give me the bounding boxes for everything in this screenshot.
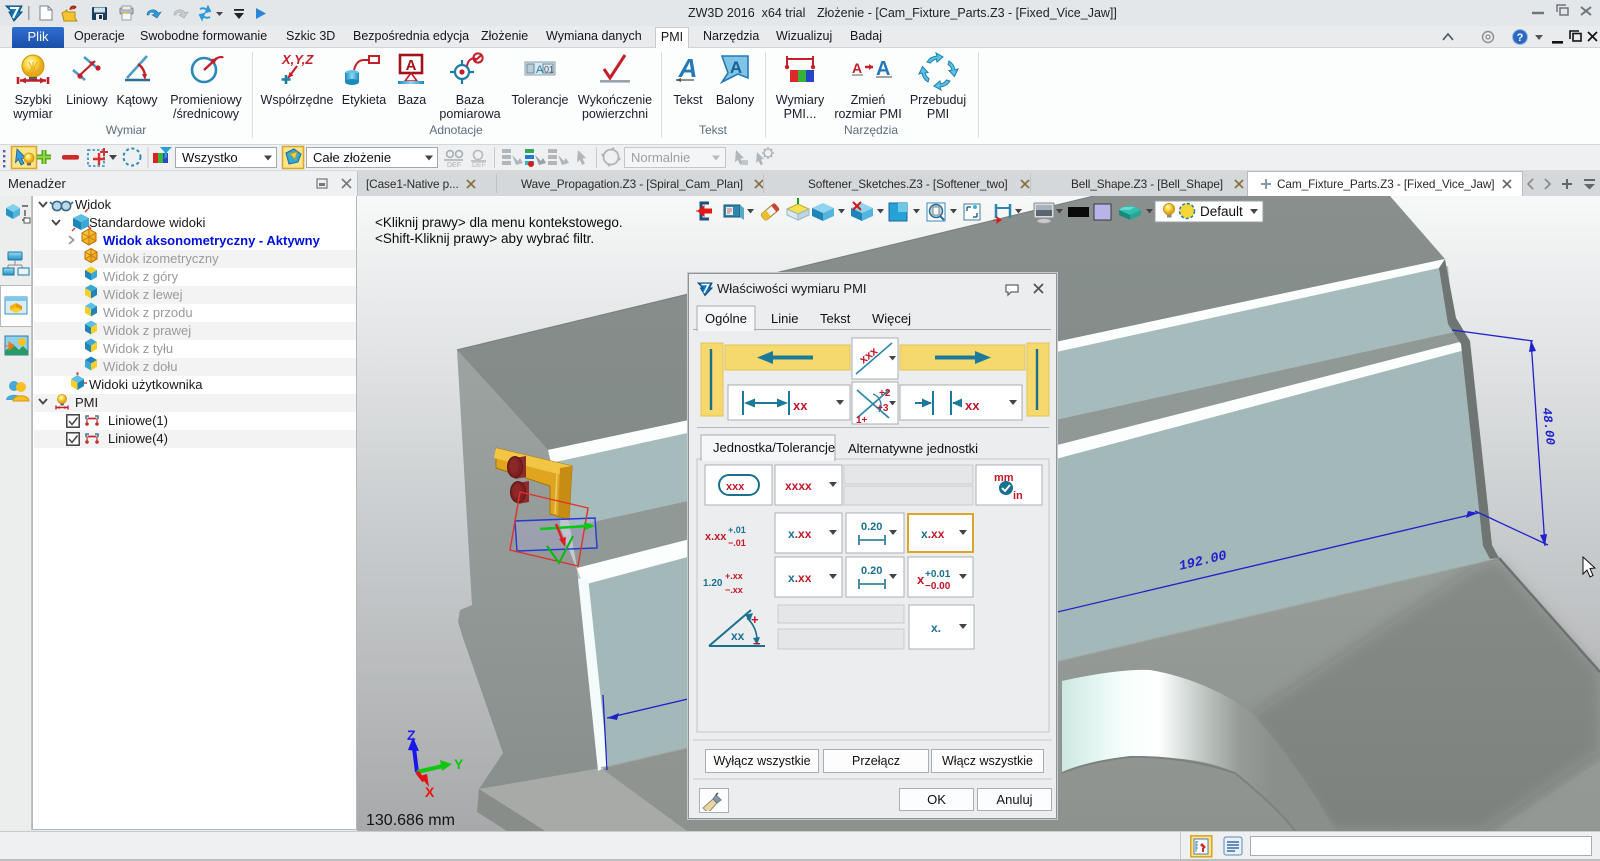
svg-text:+3: +3 bbox=[877, 403, 889, 414]
svg-text:Ogólne: Ogólne bbox=[705, 311, 747, 326]
svg-text:X: X bbox=[425, 784, 435, 800]
svg-text:+: + bbox=[751, 612, 759, 627]
svg-text:+.01: +.01 bbox=[728, 525, 746, 535]
svg-text:xx: xx bbox=[793, 398, 808, 413]
svg-text:x.xx: x.xx bbox=[921, 527, 945, 541]
svg-text:x.xx: x.xx bbox=[705, 531, 727, 543]
svg-text:A: A bbox=[852, 60, 862, 76]
svg-text:Jednostka/Tolerancje: Jednostka/Tolerancje bbox=[713, 440, 835, 455]
svg-text:in: in bbox=[1013, 490, 1023, 502]
svg-text:A: A bbox=[730, 58, 742, 77]
svg-text:+0.01: +0.01 bbox=[925, 569, 951, 580]
svg-text:Właściwości wymiaru PMI: Właściwości wymiaru PMI bbox=[717, 281, 867, 296]
svg-text:xx: xx bbox=[965, 398, 980, 413]
svg-text:Linie: Linie bbox=[771, 311, 798, 326]
svg-text:xx: xx bbox=[731, 629, 745, 643]
svg-text:Default: Default bbox=[1200, 204, 1243, 219]
svg-text:−.xx: −.xx bbox=[725, 585, 743, 595]
svg-text:<Kliknij prawy> dla menu konte: <Kliknij prawy> dla menu kontekstowego. bbox=[375, 215, 623, 230]
svg-text:Alternatywne jednostki: Alternatywne jednostki bbox=[848, 441, 978, 456]
svg-text:Całe złożenie: Całe złożenie bbox=[313, 150, 391, 165]
svg-text:Z: Z bbox=[407, 727, 416, 743]
svg-text:130.686 mm: 130.686 mm bbox=[366, 812, 455, 829]
svg-text:−.01: −.01 bbox=[728, 538, 746, 548]
svg-text:1.20: 1.20 bbox=[703, 578, 723, 589]
svg-text:−: − bbox=[753, 636, 761, 651]
svg-text:Więcej: Więcej bbox=[872, 311, 911, 326]
svg-text:x.: x. bbox=[931, 621, 941, 635]
svg-text:Wszystko: Wszystko bbox=[182, 150, 238, 165]
svg-text:DEF: DEF bbox=[472, 162, 486, 169]
svg-text:+2: +2 bbox=[879, 388, 891, 399]
svg-text:1+: 1+ bbox=[856, 415, 868, 426]
svg-text:+.xx: +.xx bbox=[725, 571, 743, 581]
svg-text:x.xx: x.xx bbox=[788, 571, 812, 585]
svg-text:−0.00: −0.00 bbox=[925, 581, 951, 592]
svg-text:0.20: 0.20 bbox=[861, 565, 882, 577]
svg-text:x: x bbox=[917, 572, 925, 587]
svg-text:01: 01 bbox=[544, 65, 554, 75]
svg-text:0.20: 0.20 bbox=[861, 521, 882, 533]
svg-text:Y: Y bbox=[454, 756, 464, 772]
svg-text:xxxx: xxxx bbox=[785, 479, 812, 493]
svg-text:DEF: DEF bbox=[447, 162, 461, 169]
svg-text:X,Y,Z: X,Y,Z bbox=[281, 52, 314, 67]
svg-text:A: A bbox=[406, 57, 417, 74]
svg-text:x.xx: x.xx bbox=[788, 527, 812, 541]
svg-text:Normalnie: Normalnie bbox=[631, 150, 690, 165]
svg-text:<Shift-Kliknij prawy> aby wybr: <Shift-Kliknij prawy> aby wybrać filtr. bbox=[375, 231, 594, 246]
svg-text:?: ? bbox=[1517, 32, 1524, 44]
svg-text:xxx: xxx bbox=[726, 481, 745, 493]
svg-text:Tekst: Tekst bbox=[820, 311, 851, 326]
